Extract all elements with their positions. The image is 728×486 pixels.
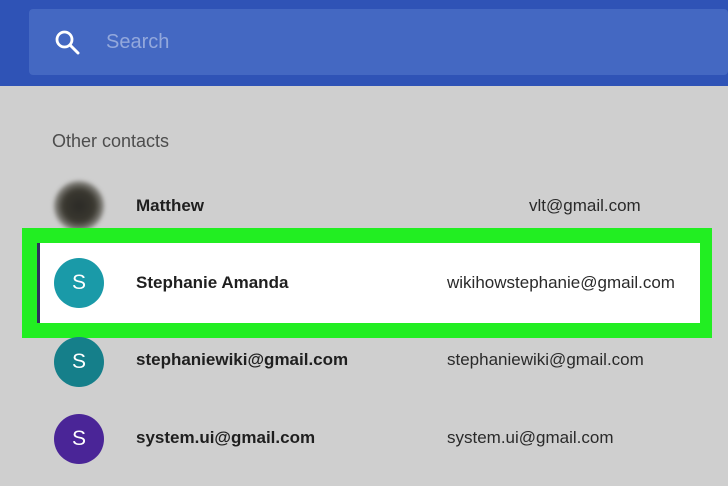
contact-name: Stephanie Amanda — [136, 273, 289, 292]
contact-email: system.ui@gmail.com — [447, 428, 614, 447]
contact-name: Matthew — [136, 196, 204, 215]
contact-name: system.ui@gmail.com — [136, 428, 316, 447]
contact-row-stephaniewiki[interactable]: S stephaniewiki@gmail.com stephaniewiki@… — [0, 324, 728, 394]
contact-email: vlt@gmail.com — [529, 196, 641, 215]
avatar: S — [54, 337, 104, 387]
avatar: S — [54, 258, 104, 308]
avatar: S — [54, 414, 104, 464]
contact-email: wikihowstephanie@gmail.com — [447, 273, 675, 292]
contact-row-system-ui[interactable]: S system.ui@gmail.com system.ui@gmail.co… — [0, 402, 728, 472]
contact-email: stephaniewiki@gmail.com — [447, 350, 644, 369]
avatar — [54, 181, 104, 231]
search-input[interactable] — [106, 22, 666, 62]
contact-name: stephaniewiki@gmail.com — [136, 350, 349, 369]
contact-row-content[interactable]: S Stephanie Amanda wikihowstephanie@gmai… — [0, 248, 728, 318]
section-title: Other contacts — [52, 131, 170, 151]
search-icon[interactable] — [54, 29, 80, 55]
